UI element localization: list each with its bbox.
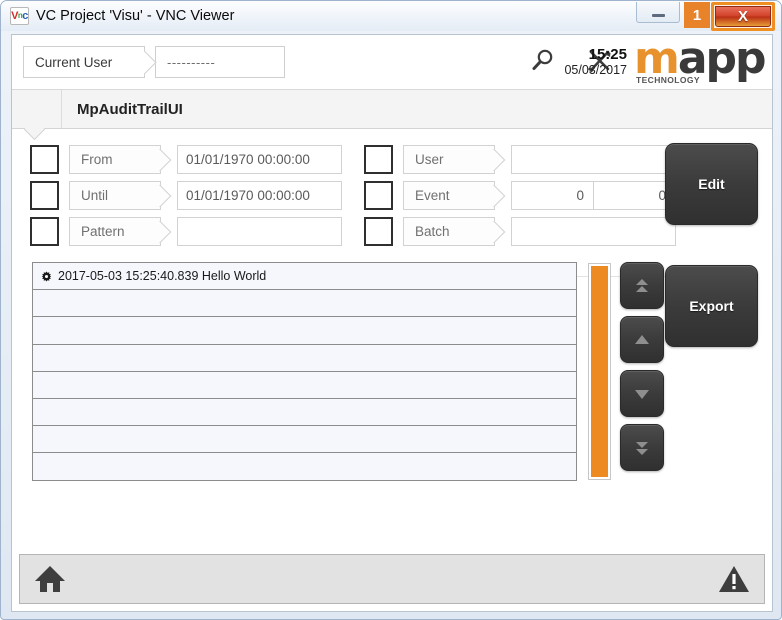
magnifier-icon[interactable]: [528, 47, 556, 75]
list-item[interactable]: [33, 345, 576, 372]
window-titlebar[interactable]: Vnc VC Project 'Visu' - VNC Viewer 1 X: [1, 1, 781, 31]
scrollbar-thumb[interactable]: [591, 266, 608, 477]
filter-section: From 01/01/1970 00:00:00 Until 01/01/197…: [12, 129, 772, 277]
filter-input-event-from[interactable]: 0: [512, 182, 594, 209]
scroll-up-button[interactable]: [620, 316, 664, 363]
filter-row-event: Event 0 0: [364, 181, 676, 210]
list-item[interactable]: [33, 399, 576, 427]
filter-checkbox-pattern[interactable]: [30, 217, 59, 246]
vnc-logo-c: c: [22, 9, 28, 22]
window-title: VC Project 'Visu' - VNC Viewer: [36, 8, 235, 24]
close-button-highlight: X: [711, 2, 775, 31]
filter-row-pattern: Pattern: [30, 217, 342, 246]
filter-label-event: Event: [403, 181, 495, 210]
vnc-logo-icon: Vnc: [10, 7, 29, 25]
list-scrollbar[interactable]: [588, 263, 611, 480]
filter-row-user: User: [364, 145, 676, 174]
double-down-arrow-icon: [636, 441, 648, 455]
list-item[interactable]: [33, 372, 576, 399]
audit-log-list[interactable]: 2017-05-03 15:25:40.839 Hello World: [32, 262, 577, 481]
hmi-screen: Current User ---------- 15:25 05/03/2017: [11, 34, 773, 612]
filter-input-user[interactable]: [511, 145, 676, 174]
filter-row-from: From 01/01/1970 00:00:00: [30, 145, 342, 174]
minimize-icon: [651, 13, 665, 17]
filter-input-event-range: 0 0: [511, 181, 676, 210]
filter-label-from: From: [69, 145, 161, 174]
current-user-field[interactable]: Current User ----------: [23, 46, 285, 78]
filter-checkbox-from[interactable]: [30, 145, 59, 174]
filter-checkbox-user[interactable]: [364, 145, 393, 174]
list-item[interactable]: 2017-05-03 15:25:40.839 Hello World: [33, 263, 576, 291]
clock: 15:25 05/03/2017: [564, 46, 627, 78]
scroll-down-button[interactable]: [620, 370, 664, 417]
window-controls: 1 X: [636, 2, 775, 31]
filter-label-pattern: Pattern: [69, 217, 161, 246]
close-button[interactable]: X: [715, 6, 771, 27]
export-button[interactable]: Export: [665, 265, 758, 347]
hmi-header: Current User ---------- 15:25 05/03/2017: [12, 35, 772, 90]
page-title-tab: [12, 90, 62, 128]
vnc-logo-v: V: [11, 9, 18, 22]
home-icon[interactable]: [34, 563, 66, 595]
filter-input-event-to[interactable]: 0: [594, 182, 675, 209]
notification-badge[interactable]: 1: [684, 2, 710, 28]
filter-input-pattern[interactable]: [177, 217, 342, 246]
audit-list-section: 2017-05-03 15:25:40.839 Hello World Expo…: [12, 262, 772, 494]
up-arrow-icon: [635, 334, 649, 344]
filter-label-user: User: [403, 145, 495, 174]
edit-button[interactable]: Edit: [665, 143, 758, 225]
list-item[interactable]: [33, 290, 576, 318]
filter-label-batch: Batch: [403, 217, 495, 246]
double-up-arrow-icon: [636, 278, 648, 292]
filter-row-until: Until 01/01/1970 00:00:00: [30, 181, 342, 210]
page-title-row: MpAuditTrailUI: [12, 90, 772, 129]
down-arrow-icon: [635, 389, 649, 399]
filter-row-batch: Batch: [364, 217, 676, 246]
status-bar: [19, 554, 765, 604]
page-title: MpAuditTrailUI: [77, 100, 183, 118]
list-navigation-buttons: [620, 262, 664, 471]
list-item[interactable]: [33, 426, 576, 454]
filter-input-from[interactable]: 01/01/1970 00:00:00: [177, 145, 342, 174]
filter-column-right: User Event 0 0 Batch: [364, 145, 676, 246]
scroll-bottom-button[interactable]: [620, 424, 664, 471]
filter-checkbox-until[interactable]: [30, 181, 59, 210]
filter-checkbox-batch[interactable]: [364, 217, 393, 246]
list-item-text: 2017-05-03 15:25:40.839 Hello World: [58, 269, 267, 284]
mapp-logo-tagline: TECHNOLOGY: [636, 75, 700, 85]
clock-date: 05/03/2017: [564, 63, 627, 78]
mapp-logo-m: m: [634, 33, 680, 84]
current-user-label: Current User: [23, 46, 145, 78]
filter-input-batch[interactable]: [511, 217, 676, 246]
list-item[interactable]: [33, 453, 576, 480]
filter-label-until: Until: [69, 181, 161, 210]
mapp-logo: m app TECHNOLOGY: [634, 33, 767, 86]
gear-icon: [41, 271, 52, 282]
filter-checkbox-event[interactable]: [364, 181, 393, 210]
filter-column-left: From 01/01/1970 00:00:00 Until 01/01/197…: [30, 145, 342, 246]
scroll-top-button[interactable]: [620, 262, 664, 309]
mapp-logo-text: m app: [634, 33, 767, 84]
vnc-viewer-window: Vnc VC Project 'Visu' - VNC Viewer 1 X C…: [0, 0, 782, 620]
current-user-value[interactable]: ----------: [155, 46, 285, 78]
warning-triangle-icon[interactable]: [718, 563, 750, 595]
minimize-button[interactable]: [636, 2, 680, 23]
list-item[interactable]: [33, 317, 576, 345]
clock-time: 15:25: [588, 46, 627, 63]
mapp-logo-app: app: [677, 33, 767, 84]
filter-input-until[interactable]: 01/01/1970 00:00:00: [177, 181, 342, 210]
